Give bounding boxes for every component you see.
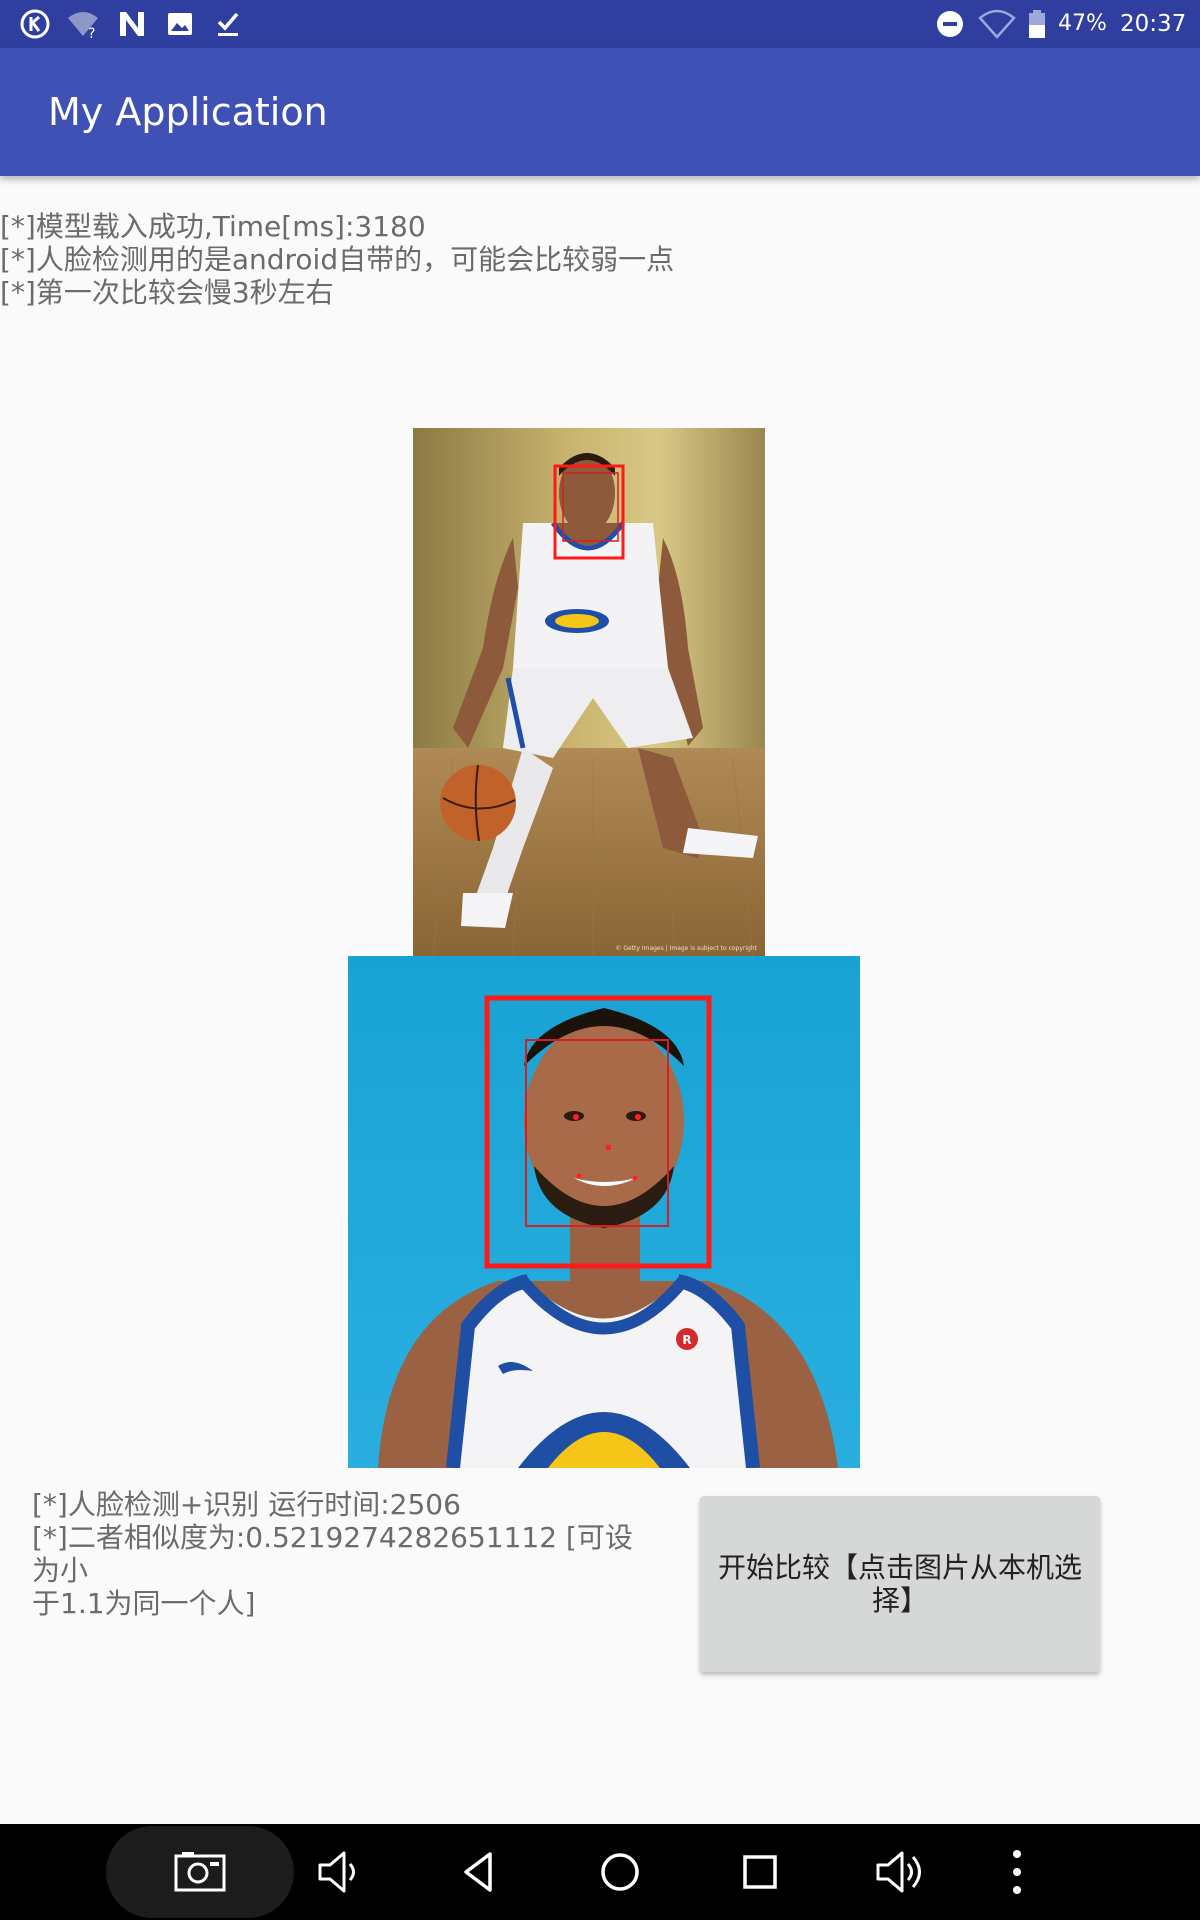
back-icon[interactable]: [452, 1844, 508, 1900]
recents-icon[interactable]: [732, 1844, 788, 1900]
wifi-icon: [978, 9, 1016, 39]
wifi-unknown-icon: ?: [68, 12, 98, 40]
result-text: [*]人脸检测+识别 运行时间:2506 [*]二者相似度为:0.5219274…: [32, 1488, 652, 1620]
similarity-line-cont: 于1.1为同一个人]: [32, 1587, 256, 1620]
log-text: [*]模型载入成功,Time[ms]:3180 [*]人脸检测用的是androi…: [0, 210, 900, 309]
second-face-image[interactable]: R: [348, 956, 860, 1468]
battery-percentage: 47%: [1058, 11, 1107, 36]
photo-watermark: © Getty Images | Image is subject to cop…: [615, 945, 757, 952]
more-icon[interactable]: [1002, 1844, 1058, 1900]
svg-text:?: ?: [88, 26, 95, 40]
navigation-bar: [0, 1824, 1200, 1920]
app-bar: My Application: [0, 48, 1200, 176]
do-not-disturb-icon: [937, 11, 963, 37]
log-line: [*]第一次比较会慢3秒左右: [0, 276, 334, 309]
log-line: [*]模型载入成功,Time[ms]:3180: [0, 210, 426, 243]
volume-down-icon[interactable]: [312, 1844, 368, 1900]
log-line: [*]人脸检测用的是android自带的，可能会比较弱一点: [0, 243, 675, 276]
svg-text:R: R: [682, 1333, 691, 1347]
first-face-image[interactable]: © Getty Images | Image is subject to cop…: [413, 428, 765, 956]
download-done-icon: [217, 12, 239, 36]
start-compare-button-label: 开始比较【点击图片从本机选择】: [718, 1551, 1083, 1617]
clock: 20:37: [1120, 11, 1187, 37]
runtime-line: [*]人脸检测+识别 运行时间:2506: [32, 1488, 461, 1521]
similarity-line: [*]二者相似度为:0.5219274282651112 [可设为小: [32, 1521, 633, 1587]
start-compare-button[interactable]: 开始比较【点击图片从本机选择】: [700, 1496, 1100, 1672]
image-icon: [168, 13, 192, 35]
app-title: My Application: [48, 90, 328, 134]
home-icon[interactable]: [592, 1844, 648, 1900]
screenshot-icon[interactable]: [172, 1844, 228, 1900]
volume-up-icon[interactable]: [872, 1844, 928, 1900]
n-app-icon: [120, 12, 144, 36]
status-bar: ? 47% 20:37: [0, 0, 1200, 48]
k-app-icon: [20, 9, 50, 39]
battery-icon: [1029, 10, 1045, 38]
